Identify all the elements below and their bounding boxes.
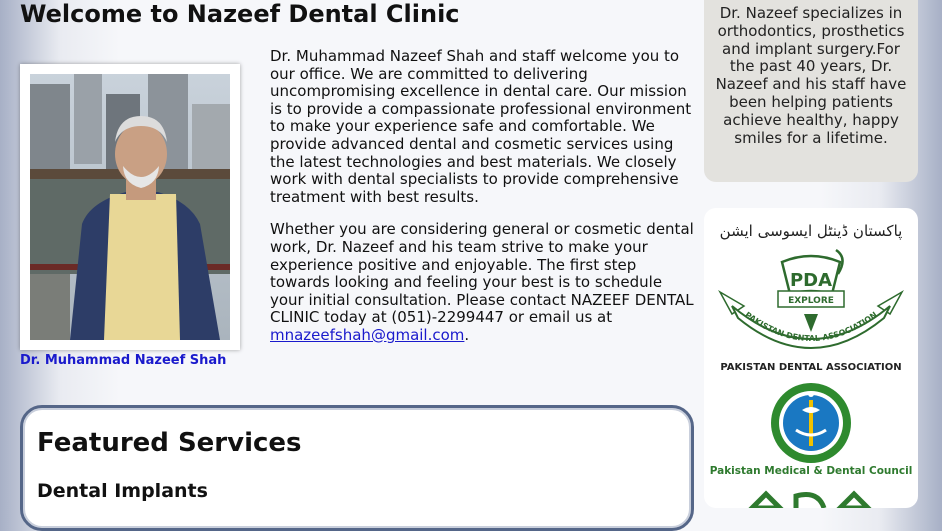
about-card: Dr. Nazeef specializes in orthodontics, … [704,0,918,182]
pda-ribbon-text: EXPLORE [788,296,834,306]
pmdc-logo[interactable] [766,380,856,466]
service-dental-implants[interactable]: Dental Implants [37,480,208,502]
page-title: Welcome to Nazeef Dental Clinic [20,0,460,28]
affiliations-card: پاکستان ڈینٹل ایسوسی ایشن PDA EXPLORE PA… [704,208,918,508]
intro-paragraph-2-text: Whether you are considering general or c… [270,220,694,327]
about-text: Dr. Nazeef specializes in orthodontics, … [715,4,907,147]
pda-caption: PAKISTAN DENTAL ASSOCIATION [720,362,902,373]
doctor-photo-caption: Dr. Muhammad Nazeef Shah [20,353,227,368]
intro-text: Dr. Muhammad Nazeef Shah and staff welco… [270,47,700,360]
intro-paragraph-2: Whether you are considering general or c… [270,221,700,344]
featured-services-heading: Featured Services [37,428,302,458]
email-link[interactable]: mnazeefshah@gmail.com [270,326,464,344]
featured-services-panel: Featured Services Dental Implants [20,405,694,531]
doctor-photo [20,64,240,350]
pda-logo[interactable]: پاکستان ڈینٹل ایسوسی ایشن PDA EXPLORE PA… [714,214,908,364]
doctor-photo-image [30,74,230,340]
intro-paragraph-2-end: . [464,325,470,344]
intro-paragraph-1: Dr. Muhammad Nazeef Shah and staff welco… [270,47,692,206]
pmdc-star-icon [808,391,814,397]
pda-badge-text: PDA [790,270,832,291]
ada-logo[interactable] [744,488,884,508]
pmdc-caption: Pakistan Medical & Dental Council [709,465,913,477]
pda-urdu-text: پاکستان ڈینٹل ایسوسی ایشن [720,222,903,241]
